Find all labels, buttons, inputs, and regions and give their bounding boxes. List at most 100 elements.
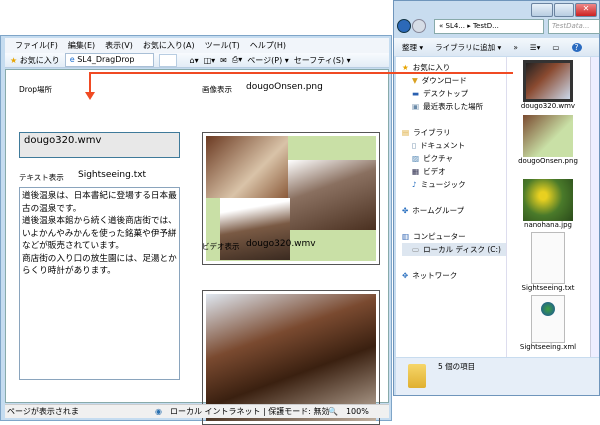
nav-item-label: ライブラリ xyxy=(413,128,451,137)
image-label: 画像表示 xyxy=(202,85,232,94)
address-bar[interactable]: « SL4... ▸ TestD... xyxy=(434,19,544,34)
menu-favorites[interactable]: お気に入り(A) xyxy=(143,40,195,51)
xml-file-icon xyxy=(531,295,565,343)
video-icon: ▦ xyxy=(412,167,420,176)
close-button[interactable]: ✕ xyxy=(575,3,597,17)
library-icon: ▤ xyxy=(402,128,410,137)
menu-file[interactable]: ファイル(F) xyxy=(15,40,58,51)
details-pane: 5 個の項目 xyxy=(396,358,599,395)
video-file-icon xyxy=(523,60,573,102)
home-icon[interactable]: ⌂▾ xyxy=(190,56,199,65)
globe-icon: ◉ xyxy=(155,407,162,416)
text-display[interactable]: 道後温泉は、日本書紀に登場する日本最古の温泉です。 道後温泉本館から続く道後商店… xyxy=(19,187,180,380)
nav-item-label: デスクトップ xyxy=(423,89,469,98)
preview-pane-icon[interactable]: ▭ xyxy=(552,43,559,52)
zoom-level[interactable]: 100% xyxy=(346,407,369,416)
network-icon: ✥ xyxy=(402,271,409,280)
maximize-button[interactable] xyxy=(554,3,574,17)
star-icon: ★ xyxy=(10,55,18,65)
text-file-icon xyxy=(531,232,565,284)
nav-item-label: ダウンロード xyxy=(421,76,467,85)
favorites-label: お気に入り xyxy=(19,55,60,65)
search-input[interactable]: TestData... xyxy=(548,19,600,34)
nav-item[interactable]: ▭ ローカル ディスク (C:) xyxy=(402,243,506,256)
text-label: テキスト表示 xyxy=(19,173,64,182)
file-name: dougoOnsen.png xyxy=(518,157,578,165)
explorer-window: ✕ « SL4... ▸ TestD... TestData... 整理 ▾ ラ… xyxy=(393,0,600,396)
nav-item[interactable]: ✤ ホームグループ xyxy=(402,204,506,217)
file-name: Sightseeing.txt xyxy=(521,284,575,292)
nav-item-label: ホームグループ xyxy=(412,206,465,215)
nav-item-label: お気に入り xyxy=(412,63,451,72)
view-icon[interactable]: ☰▾ xyxy=(530,43,541,52)
download-folder-icon: ▼ xyxy=(412,76,418,85)
nav-item-label: 最近表示した場所 xyxy=(423,102,484,111)
file-name: nanohana.jpg xyxy=(524,221,572,229)
help-icon[interactable]: ? xyxy=(571,42,582,52)
organize-button[interactable]: 整理 ▾ xyxy=(402,42,423,53)
tab-sl4-dragdrop[interactable]: e SL4_DragDrop xyxy=(64,53,154,67)
menu-view[interactable]: 表示(V) xyxy=(105,40,133,51)
page-menu[interactable]: ページ(P) ▾ xyxy=(247,55,288,66)
menu-edit[interactable]: 編集(E) xyxy=(68,40,95,51)
nav-item-label: ネットワーク xyxy=(412,271,458,280)
favorites-button[interactable]: ★ お気に入り xyxy=(10,55,60,66)
more-button[interactable]: » xyxy=(513,43,518,52)
file-name: Sightseeing.xml xyxy=(519,343,577,351)
image-file-icon xyxy=(523,115,573,157)
status-bar: ページが表示されま ◉ ローカル イントラネット | 保護モード: 無効 🔍 1… xyxy=(5,404,389,418)
nav-item[interactable]: ▯ ドキュメント xyxy=(402,139,506,152)
file-item[interactable]: Sightseeing.txt xyxy=(509,232,587,292)
file-item[interactable]: dougoOnsen.png xyxy=(509,115,587,165)
nav-item-label: コンピューター xyxy=(413,232,466,241)
file-item[interactable]: nanohana.jpg xyxy=(509,179,587,229)
add-library-button[interactable]: ライブラリに追加 ▾ xyxy=(435,42,501,53)
feeds-icon[interactable]: ◫▾ xyxy=(204,56,216,65)
explorer-toolbar: 整理 ▾ ライブラリに追加 ▾ » ☰▾ ▭ ? xyxy=(394,38,599,56)
file-item[interactable]: Sightseeing.xml xyxy=(509,295,587,351)
nav-item[interactable]: ▨ ピクチャ xyxy=(402,152,506,165)
safety-menu[interactable]: セーフティ(S) ▾ xyxy=(294,55,351,66)
computer-icon: ▥ xyxy=(402,232,410,241)
menu-help[interactable]: ヘルプ(H) xyxy=(250,40,286,51)
pictures-icon: ▨ xyxy=(412,154,420,163)
tab-title: SL4_DragDrop xyxy=(77,55,135,64)
nav-item[interactable]: ✥ ネットワーク xyxy=(402,269,506,282)
file-item[interactable]: dougo320.wmv xyxy=(509,60,587,110)
nav-item[interactable]: ★ お気に入り xyxy=(402,61,506,74)
nav-item-label: ミュージック xyxy=(420,180,466,189)
nav-item[interactable]: ♪ ミュージック xyxy=(402,178,506,191)
nav-item[interactable]: ▬ デスクトップ xyxy=(402,87,506,100)
video-frame xyxy=(206,294,376,421)
back-button[interactable] xyxy=(397,19,411,33)
minimize-button[interactable] xyxy=(531,3,553,17)
photo-file-icon xyxy=(523,179,573,221)
mail-icon[interactable]: ✉ xyxy=(220,56,227,65)
zoom-icon[interactable]: 🔍 xyxy=(328,407,338,416)
nav-item-label: ローカル ディスク (C:) xyxy=(423,245,501,254)
favorites-bar: ★ お気に入り e SL4_DragDrop ⌂▾ ◫▾ ✉ ⎙▾ ページ(P)… xyxy=(5,53,389,68)
menu-tools[interactable]: ツール(T) xyxy=(205,40,240,51)
file-name: dougo320.wmv xyxy=(520,102,576,110)
new-tab-button[interactable] xyxy=(158,53,177,67)
recent-places-icon: ▣ xyxy=(412,102,420,111)
print-icon[interactable]: ⎙▾ xyxy=(232,55,242,65)
nav-item[interactable]: ▦ ビデオ xyxy=(402,165,506,178)
status-text: ページが表示されま xyxy=(7,407,79,416)
document-icon: ▯ xyxy=(412,141,417,150)
desktop-icon: ▬ xyxy=(412,89,420,98)
nav-item[interactable]: ▤ ライブラリ xyxy=(402,126,506,139)
scrollbar[interactable] xyxy=(590,57,599,357)
drop-target[interactable]: dougo320.wmv xyxy=(19,132,180,158)
nav-item[interactable]: ▥ コンピューター xyxy=(402,230,506,243)
star-icon: ★ xyxy=(402,63,409,72)
folder-icon xyxy=(408,364,426,388)
nav-item[interactable]: ▼ ダウンロード xyxy=(402,74,506,87)
nav-item[interactable]: ▣ 最近表示した場所 xyxy=(402,100,506,113)
forward-button[interactable] xyxy=(412,19,426,33)
nav-item-label: ビデオ xyxy=(423,167,446,176)
